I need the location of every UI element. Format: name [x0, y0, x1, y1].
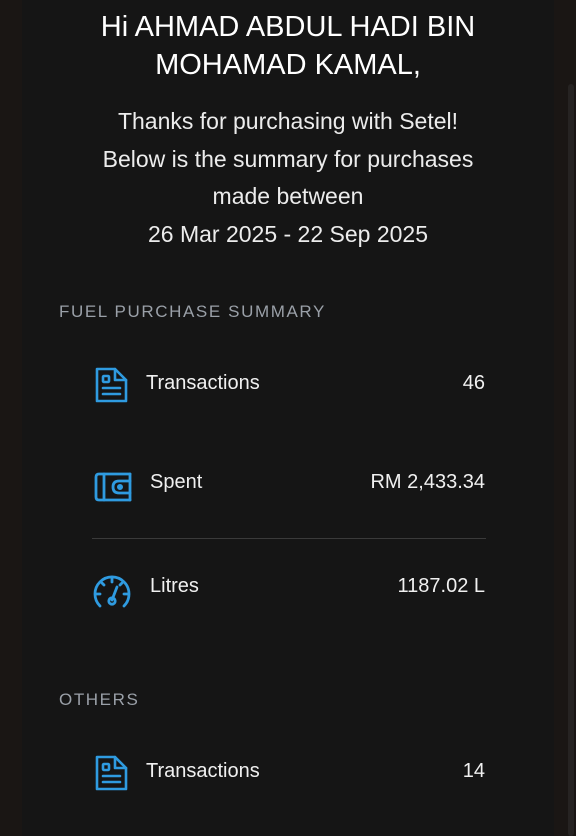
fuel-summary-title: FUEL PURCHASE SUMMARY	[59, 302, 326, 321]
intro-text: Thanks for purchasing with Setel! Below …	[0, 103, 576, 253]
fuel-transactions-label: Transactions	[146, 372, 260, 394]
fuel-gauge-icon	[91, 570, 133, 612]
document-icon	[93, 754, 129, 792]
document-icon	[93, 366, 129, 404]
date-range: 26 Mar 2025 - 22 Sep 2025	[147, 220, 429, 247]
divider	[92, 538, 486, 539]
greeting-heading: Hi AHMAD ABDUL HADI BIN MOHAMAD KAMAL,	[0, 8, 576, 84]
litres-label: Litres	[150, 575, 199, 597]
litres-value: 1187.02 L	[397, 575, 486, 597]
greeting-line-2: MOHAMAD KAMAL,	[155, 49, 421, 81]
fuel-transactions-value: 46	[462, 372, 485, 394]
intro-line-2: Below is the summary for purchases	[102, 145, 474, 172]
others-transactions-label: Transactions	[146, 760, 260, 782]
email-page: Hi AHMAD ABDUL HADI BIN MOHAMAD KAMAL, T…	[0, 0, 576, 836]
intro-line-1: Thanks for purchasing with Setel!	[117, 108, 459, 134]
greeting-line-1: Hi AHMAD ABDUL HADI BIN	[100, 11, 476, 43]
spent-value: RM 2,433.34	[370, 471, 485, 493]
others-transactions-value: 14	[462, 760, 485, 782]
intro-line-3: made between	[212, 183, 364, 209]
others-title: OTHERS	[59, 690, 140, 709]
wallet-icon	[93, 467, 132, 505]
spent-label: Spent	[150, 471, 203, 493]
